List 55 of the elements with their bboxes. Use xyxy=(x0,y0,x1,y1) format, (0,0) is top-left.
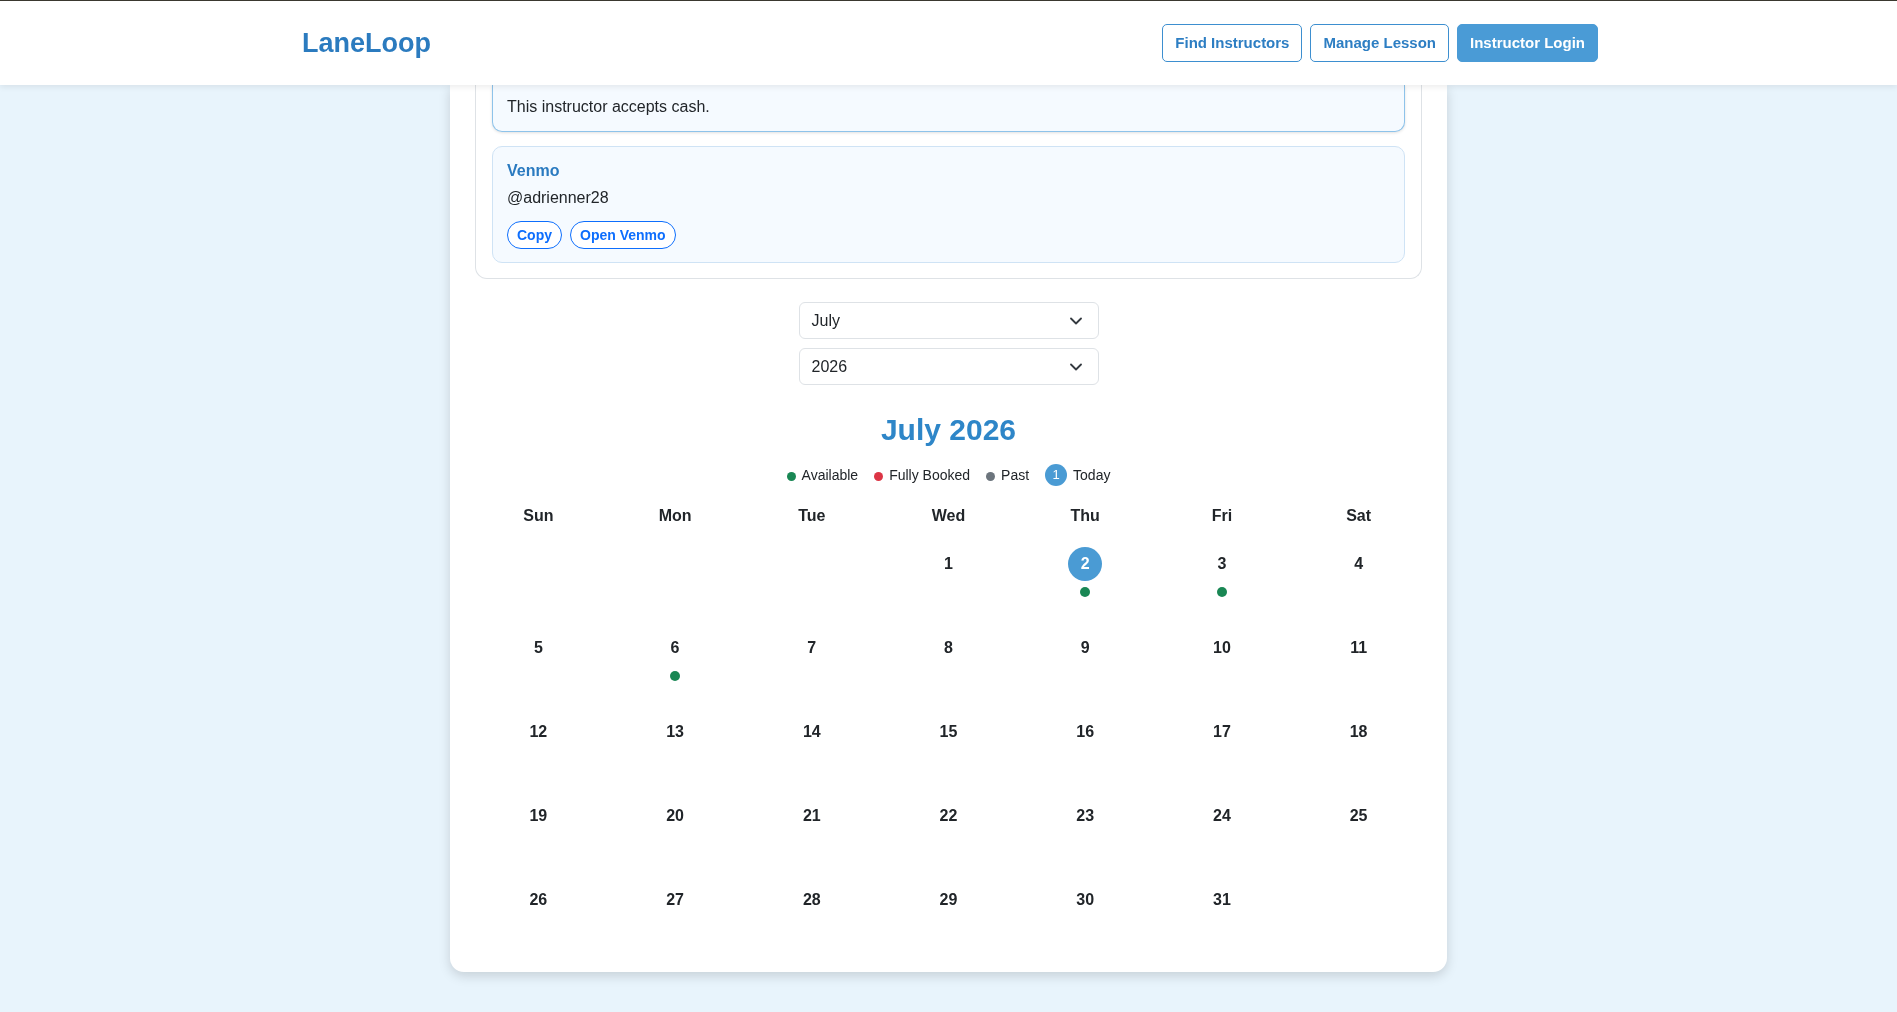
calendar-day[interactable]: 29 xyxy=(931,883,966,917)
calendar-day[interactable]: 4 xyxy=(1341,547,1376,581)
weekday-header: Thu xyxy=(1070,506,1100,526)
weekday-header: Wed xyxy=(931,506,966,526)
calendar-day[interactable]: 24 xyxy=(1204,799,1239,833)
payment-detail: @adrienner28 xyxy=(507,188,609,208)
weekday-header: Fri xyxy=(1211,506,1233,526)
calendar-day[interactable]: 31 xyxy=(1204,883,1239,917)
legend-label: Past xyxy=(1001,465,1030,485)
calendar-day[interactable]: 28 xyxy=(794,883,829,917)
year-select[interactable]: 2026 xyxy=(798,348,1099,385)
calendar-day[interactable]: 23 xyxy=(1068,799,1103,833)
today-marker: 1 xyxy=(1045,464,1068,486)
weekday-header: Mon xyxy=(658,506,692,526)
calendar-day[interactable]: 10 xyxy=(1204,631,1239,665)
month-select[interactable]: July xyxy=(798,302,1099,339)
payment-name: Venmo xyxy=(507,161,560,181)
calendar-day[interactable]: 9 xyxy=(1068,631,1103,665)
calendar-day[interactable]: 20 xyxy=(658,799,693,833)
calendar-day[interactable]: 12 xyxy=(521,715,556,749)
payment-detail: This instructor accepts cash. xyxy=(507,97,710,117)
calendar-day[interactable]: 18 xyxy=(1341,715,1376,749)
calendar-day[interactable]: 26 xyxy=(521,883,556,917)
legend-label: Fully Booked xyxy=(889,465,971,485)
chevron-down-icon xyxy=(1069,362,1082,371)
calendar-day[interactable]: 13 xyxy=(658,715,693,749)
calendar-day[interactable]: 8 xyxy=(931,631,966,665)
calendar-day[interactable]: 14 xyxy=(794,715,829,749)
calendar-day[interactable]: 21 xyxy=(794,799,829,833)
calendar-title: July 2026 xyxy=(879,412,1018,448)
pill-button[interactable]: Open Venmo xyxy=(570,221,676,249)
legend-label: Available xyxy=(801,465,859,485)
calendar-day[interactable]: 11 xyxy=(1341,631,1376,665)
weekday-header: Tue xyxy=(798,506,826,526)
calendar-day[interactable]: 3 xyxy=(1204,547,1239,581)
calendar-day[interactable]: 15 xyxy=(931,715,966,749)
calendar-day[interactable]: 17 xyxy=(1204,715,1239,749)
chevron-down-icon xyxy=(1069,316,1082,325)
calendar-day[interactable]: 5 xyxy=(521,631,556,665)
calendar-day[interactable]: 19 xyxy=(521,799,556,833)
weekday-header: Sat xyxy=(1346,506,1372,526)
calendar-day[interactable]: 1 xyxy=(931,547,966,581)
nav-button[interactable]: Find Instructors xyxy=(1162,24,1303,62)
nav-button[interactable]: Manage Lesson xyxy=(1310,24,1449,62)
calendar-day[interactable]: 16 xyxy=(1068,715,1103,749)
calendar-day[interactable]: 6 xyxy=(658,631,693,665)
calendar-day[interactable]: 25 xyxy=(1341,799,1376,833)
calendar-day[interactable]: 30 xyxy=(1068,883,1103,917)
weekday-header: Sun xyxy=(523,506,554,526)
pill-button[interactable]: Copy xyxy=(507,221,562,249)
site-logo[interactable]: LaneLoop xyxy=(302,22,431,64)
calendar-day[interactable]: 22 xyxy=(931,799,966,833)
calendar-day[interactable]: 27 xyxy=(658,883,693,917)
calendar-day[interactable]: 7 xyxy=(794,631,829,665)
legend-label: Today xyxy=(1073,465,1111,485)
